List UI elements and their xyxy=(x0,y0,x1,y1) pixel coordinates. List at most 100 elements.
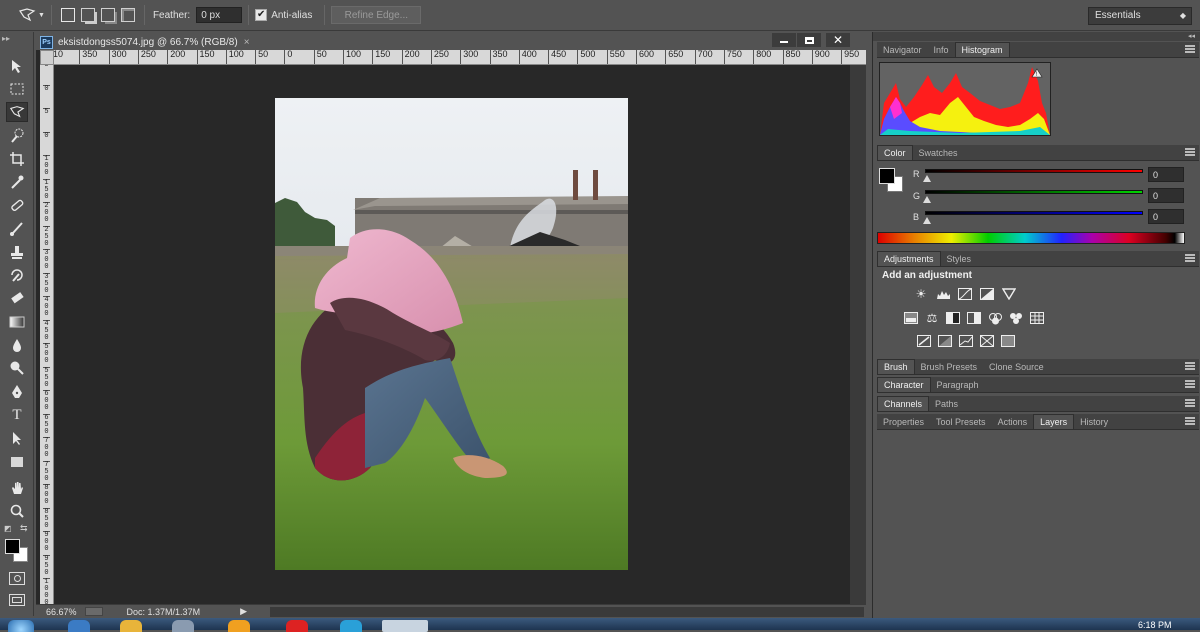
maximize-icon[interactable] xyxy=(797,33,821,47)
move-tool-icon[interactable] xyxy=(6,56,28,76)
grid-icon[interactable] xyxy=(1029,311,1045,325)
polygonal-lasso-tool-icon[interactable] xyxy=(6,102,28,122)
taskbar-app-icon[interactable] xyxy=(340,620,362,632)
tab-paragraph[interactable]: Paragraph xyxy=(931,377,985,392)
brush-tool-icon[interactable] xyxy=(6,218,28,238)
eyedropper-tool-icon[interactable] xyxy=(6,172,28,192)
tab-color[interactable]: Color xyxy=(877,145,913,160)
add-to-selection-icon[interactable] xyxy=(78,5,98,25)
red-slider[interactable] xyxy=(925,169,1143,173)
panel-menu-icon[interactable] xyxy=(1185,399,1195,407)
marquee-tool-icon[interactable] xyxy=(6,79,28,99)
workspace-select[interactable]: Essentials ◆ xyxy=(1088,7,1192,25)
black-white-icon[interactable] xyxy=(945,311,961,325)
red-slider-knob[interactable] xyxy=(923,175,931,182)
dodge-tool-icon[interactable] xyxy=(6,358,28,378)
document-photo[interactable] xyxy=(275,98,628,570)
intersect-selection-icon[interactable] xyxy=(118,5,138,25)
levels-icon[interactable] xyxy=(935,287,951,301)
preset-dropdown-icon[interactable]: ▼ xyxy=(38,5,45,25)
ruler-origin[interactable] xyxy=(40,50,54,65)
blue-slider-knob[interactable] xyxy=(923,217,931,224)
close-icon[interactable]: ✕ xyxy=(826,33,850,47)
quick-mask-icon[interactable] xyxy=(9,572,25,585)
taskbar-app-icon[interactable] xyxy=(228,620,250,632)
tab-paths[interactable]: Paths xyxy=(929,396,964,411)
vertical-scrollbar[interactable] xyxy=(850,65,866,605)
polygonal-lasso-preset-icon[interactable] xyxy=(18,5,36,25)
pen-tool-icon[interactable] xyxy=(6,382,28,402)
tab-brush-presets[interactable]: Brush Presets xyxy=(915,359,984,374)
quick-selection-tool-icon[interactable] xyxy=(6,126,28,146)
photo-filter-icon[interactable] xyxy=(966,311,982,325)
horizontal-scrollbar[interactable] xyxy=(270,606,864,617)
default-colors-icon[interactable]: ◩ xyxy=(4,524,12,533)
panel-menu-icon[interactable] xyxy=(1185,254,1195,262)
posterize-icon[interactable] xyxy=(937,334,953,348)
tab-histogram[interactable]: Histogram xyxy=(954,42,1010,57)
tab-history[interactable]: History xyxy=(1074,414,1114,429)
zoom-preview-icon[interactable] xyxy=(84,607,103,616)
collapse-toolbox-icon[interactable]: ▸▸ xyxy=(2,34,10,43)
document-tab[interactable]: Ps eksistdongss5074.jpg @ 66.7% (RGB/8) … xyxy=(40,34,250,50)
tab-close-icon[interactable]: × xyxy=(244,37,250,48)
taskbar-app-icon[interactable] xyxy=(120,620,142,632)
channel-mixer-icon[interactable] xyxy=(987,311,1003,325)
color-foreground-swatch[interactable] xyxy=(879,168,895,184)
path-selection-tool-icon[interactable] xyxy=(6,428,28,448)
curves-icon[interactable] xyxy=(957,287,973,301)
history-brush-tool-icon[interactable] xyxy=(6,265,28,285)
panel-menu-icon[interactable] xyxy=(1185,362,1195,370)
tab-navigator[interactable]: Navigator xyxy=(877,42,928,57)
panel-menu-icon[interactable] xyxy=(1185,380,1195,388)
collapse-panels-icon[interactable]: ◂◂ xyxy=(873,32,1200,41)
minimize-icon[interactable] xyxy=(772,33,796,47)
blur-tool-icon[interactable] xyxy=(6,335,28,355)
healing-brush-tool-icon[interactable] xyxy=(6,195,28,215)
hue-saturation-icon[interactable] xyxy=(903,311,919,325)
panel-menu-icon[interactable] xyxy=(1185,148,1195,156)
taskbar-app-icon[interactable] xyxy=(68,620,90,632)
tab-actions[interactable]: Actions xyxy=(992,414,1034,429)
rectangle-tool-icon[interactable] xyxy=(6,452,28,472)
zoom-tool-icon[interactable] xyxy=(6,501,28,521)
screen-mode-icon[interactable] xyxy=(9,594,25,606)
refine-edge-button[interactable]: Refine Edge... xyxy=(331,6,422,24)
status-menu-arrow-icon[interactable]: ▶ xyxy=(240,606,247,617)
green-value-input[interactable]: 0 xyxy=(1148,188,1184,203)
blue-slider[interactable] xyxy=(925,211,1143,215)
tab-styles[interactable]: Styles xyxy=(941,251,978,266)
taskbar-app-icon[interactable] xyxy=(172,620,194,632)
green-slider-knob[interactable] xyxy=(923,196,931,203)
vibrance-icon[interactable] xyxy=(1001,287,1017,301)
color-lookup-icon[interactable] xyxy=(1008,311,1024,325)
tab-properties[interactable]: Properties xyxy=(877,414,930,429)
tab-info[interactable]: Info xyxy=(928,42,955,57)
selective-color-icon[interactable] xyxy=(1000,334,1016,348)
type-tool-icon[interactable]: T xyxy=(6,405,28,425)
exposure-icon[interactable] xyxy=(979,287,995,301)
tab-tool-presets[interactable]: Tool Presets xyxy=(930,414,992,429)
gradient-map-icon[interactable] xyxy=(979,334,995,348)
zoom-level[interactable]: 66.67% xyxy=(46,607,77,617)
tab-swatches[interactable]: Swatches xyxy=(913,145,964,160)
blue-value-input[interactable]: 0 xyxy=(1148,209,1184,224)
swap-colors-icon[interactable]: ⇆ xyxy=(20,523,28,534)
vertical-ruler[interactable]: 5 0 5 0 1 0 01 5 02 0 02 5 03 0 03 5 04 0 04… xyxy=(40,65,54,605)
subtract-from-selection-icon[interactable] xyxy=(98,5,118,25)
clone-stamp-tool-icon[interactable] xyxy=(6,242,28,262)
crop-tool-icon[interactable] xyxy=(6,149,28,169)
taskbar-photoshop-button[interactable] xyxy=(382,620,428,632)
tab-character[interactable]: Character xyxy=(877,377,931,392)
red-value-input[interactable]: 0 xyxy=(1148,167,1184,182)
new-selection-icon[interactable] xyxy=(58,5,78,25)
panel-menu-icon[interactable] xyxy=(1185,417,1195,425)
threshold-icon[interactable] xyxy=(958,334,974,348)
start-button-icon[interactable] xyxy=(8,620,34,632)
hand-tool-icon[interactable] xyxy=(6,478,28,498)
tab-clone-source[interactable]: Clone Source xyxy=(983,359,1050,374)
foreground-color-swatch[interactable] xyxy=(5,539,20,554)
tab-layers[interactable]: Layers xyxy=(1033,414,1075,429)
gradient-tool-icon[interactable] xyxy=(6,312,28,332)
green-slider[interactable] xyxy=(925,190,1143,194)
